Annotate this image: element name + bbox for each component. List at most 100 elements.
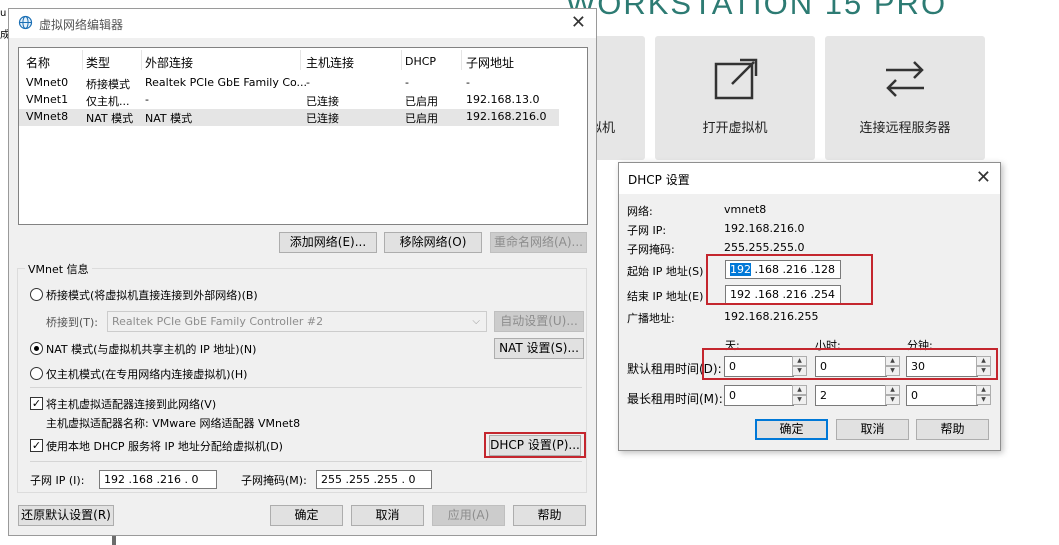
cell-subnet: 192.168.216.0 [466,110,547,123]
left-glyph: u [0,8,7,19]
max-lease-minutes-stepper[interactable]: 0 ▲ ▼ [906,385,991,406]
cell-subnet: - [466,76,470,89]
network-globe-icon [18,15,33,33]
subnet-mask-field[interactable]: 255 .255 .255 . 0 [316,470,432,489]
cell-dhcp: 已启用 [405,112,438,125]
bridged-to-value: Realtek PCIe GbE Family Controller #2 [112,315,324,328]
cell-name: VMnet8 [26,110,69,123]
auto-settings-button[interactable]: 自动设置(U)... [494,311,584,332]
subnet-ip-label: 子网 IP (I): [30,474,85,487]
add-network-button[interactable]: 添加网络(E)... [279,232,377,253]
max-lease-label: 最长租用时间(M): [627,392,723,406]
network-value: vmnet8 [724,203,767,216]
spin-down-icon[interactable]: ▼ [885,395,900,405]
table-row[interactable]: VMnet1 仅主机... - 已连接 已启用 192.168.13.0 [19,92,559,109]
open-external-icon [714,58,758,100]
cell-dhcp: 已启用 [405,95,438,108]
separator [30,461,582,462]
background-left-strip: u 成 [0,0,10,545]
separator [30,387,582,388]
connect-adapter-checkbox[interactable]: ✓ [30,397,43,410]
rename-network-button[interactable]: 重命名网络(A)... [490,232,587,253]
column-header-dhcp[interactable]: DHCP [405,55,436,68]
bridged-mode-label: 桥接模式(将虚拟机直接连接到外部网络)(B) [46,289,258,302]
ok-button[interactable]: 确定 [270,505,343,526]
max-lease-hours-value[interactable]: 2 [815,385,887,406]
max-lease-minutes-value[interactable]: 0 [906,385,978,406]
start-ip-label: 起始 IP 地址(S) [627,265,704,278]
cell-external: - [145,93,149,106]
cell-type: 仅主机... [86,95,130,108]
spin-down-icon[interactable]: ▼ [976,395,991,405]
restore-defaults-button[interactable]: 还原默认设置(R) [18,505,114,526]
cell-host: 已连接 [306,112,339,125]
max-lease-hours-stepper[interactable]: 2 ▲ ▼ [815,385,900,406]
cell-external: NAT 模式 [145,112,193,125]
remove-network-button[interactable]: 移除网络(O) [384,232,482,253]
subnet-ip-field[interactable]: 192 .168 .216 . 0 [99,470,217,489]
dhcp-settings-dialog: DHCP 设置 ✕ 网络: vmnet8 子网 IP: 192.168.216.… [618,162,1001,451]
nat-mode-label: NAT 模式(与虚拟机共享主机的 IP 地址)(N) [46,343,257,356]
spin-up-icon[interactable]: ▲ [885,385,900,395]
tile-connect-remote[interactable]: 连接远程服务器 [825,36,985,160]
column-header-external[interactable]: 外部连接 [145,54,193,71]
subnet-mask-value: 255.255.255.0 [724,241,805,254]
max-lease-days-stepper[interactable]: 0 ▲ ▼ [724,385,807,406]
broadcast-label: 广播地址: [627,312,675,325]
host-only-mode-radio[interactable] [30,367,43,380]
swap-arrows-icon [886,61,924,97]
nat-settings-button[interactable]: NAT 设置(S)... [494,338,584,359]
help-button[interactable]: 帮助 [513,505,586,526]
apply-button[interactable]: 应用(A) [432,505,505,526]
cell-host: 已连接 [306,95,339,108]
column-header-name[interactable]: 名称 [26,54,50,71]
network-label: 网络: [627,205,653,218]
group-title: VMnet 信息 [25,261,92,277]
connect-adapter-label: 将主机虚拟适配器连接到此网络(V) [46,398,217,411]
subnet-mask-label: 子网掩码(M): [241,474,307,487]
table-row[interactable]: VMnet0 桥接模式 Realtek PCIe GbE Family Co..… [19,75,559,92]
titlebar: 虚拟网络编辑器 ✕ [9,9,596,38]
product-title: WORKSTATION 15 PRO™ [566,0,948,21]
cell-name: VMnet0 [26,76,69,89]
column-header-host[interactable]: 主机连接 [306,54,354,71]
network-table: 名称 类型 外部连接 主机连接 DHCP 子网地址 VMnet0 桥接模式 Re… [18,47,588,225]
spin-down-icon[interactable]: ▼ [792,395,807,405]
max-lease-days-value[interactable]: 0 [724,385,794,406]
use-dhcp-label: 使用本地 DHCP 服务将 IP 地址分配给虚拟机(D) [46,440,283,453]
bridged-mode-radio[interactable] [30,288,43,301]
subnet-mask-label: 子网掩码: [627,243,675,256]
close-icon[interactable]: ✕ [976,167,991,188]
ip-range-highlight [706,254,873,305]
tile-open-vm[interactable]: 打开虚拟机 [655,36,815,160]
broadcast-value: 192.168.216.255 [724,310,819,323]
cancel-button[interactable]: 取消 [836,419,909,440]
nat-mode-radio[interactable] [30,342,43,355]
cell-external: Realtek PCIe GbE Family Co... [145,76,308,89]
bridged-to-label: 桥接到(T): [46,316,99,329]
titlebar: DHCP 设置 ✕ [619,163,1000,194]
use-dhcp-checkbox[interactable]: ✓ [30,439,43,452]
column-header-subnet[interactable]: 子网地址 [466,54,514,71]
ok-button[interactable]: 确定 [755,419,828,440]
chevron-down-icon: ⌵ [472,316,480,327]
bridged-to-select[interactable]: Realtek PCIe GbE Family Controller #2 ⌵ [107,311,487,332]
dialog-title: DHCP 设置 [628,173,690,187]
end-ip-label: 结束 IP 地址(E) [627,290,704,303]
column-header-type[interactable]: 类型 [86,54,110,71]
spin-up-icon[interactable]: ▲ [976,385,991,395]
dhcp-settings-highlight [484,432,586,458]
cancel-button[interactable]: 取消 [351,505,424,526]
cell-host: - [306,76,310,89]
cell-type: NAT 模式 [86,112,134,125]
close-icon[interactable]: ✕ [571,12,586,33]
tile-label: 连接远程服务器 [859,121,951,136]
table-row-selected[interactable]: VMnet8 NAT 模式 NAT 模式 已连接 已启用 192.168.216… [19,109,559,126]
host-only-mode-label: 仅主机模式(在专用网络内连接虚拟机)(H) [46,368,248,381]
cell-subnet: 192.168.13.0 [466,93,540,106]
subnet-ip-value: 192.168.216.0 [724,222,805,235]
spin-up-icon[interactable]: ▲ [792,385,807,395]
help-button[interactable]: 帮助 [916,419,989,440]
subnet-ip-label: 子网 IP: [627,224,667,237]
vmnet-info-group: VMnet 信息 桥接模式(将虚拟机直接连接到外部网络)(B) 桥接到(T): … [17,261,587,493]
